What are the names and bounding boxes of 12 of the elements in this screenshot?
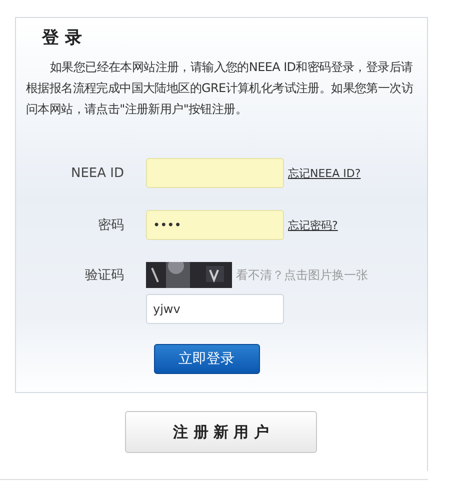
field-label: NEEA ID xyxy=(70,166,124,180)
login-title: 登 录 xyxy=(40,27,83,49)
input-field[interactable]: •••• xyxy=(146,210,284,240)
login-button[interactable]: 立即登录 xyxy=(154,344,260,374)
forgot-link[interactable]: 忘记密码? xyxy=(288,218,427,232)
field-label: 验证码 xyxy=(85,267,124,284)
input-field[interactable] xyxy=(146,158,284,188)
field-label: 密码 xyxy=(98,217,124,234)
register-button[interactable]: 注 册 新 用 户 xyxy=(125,411,317,453)
intro-text: 如果您已经在本网站注册，请输入您的NEEA ID和密码登录，登录后请根据报名流程完成中国大陆地区的GRE计算机化考试注册。如果您第一次访问本网站，请点击"注册新用户"按钮注册。 xyxy=(26,59,414,118)
input-field[interactable]: yjwv xyxy=(146,294,284,324)
forgot-link[interactable]: 忘记NEEA ID? xyxy=(288,166,427,180)
